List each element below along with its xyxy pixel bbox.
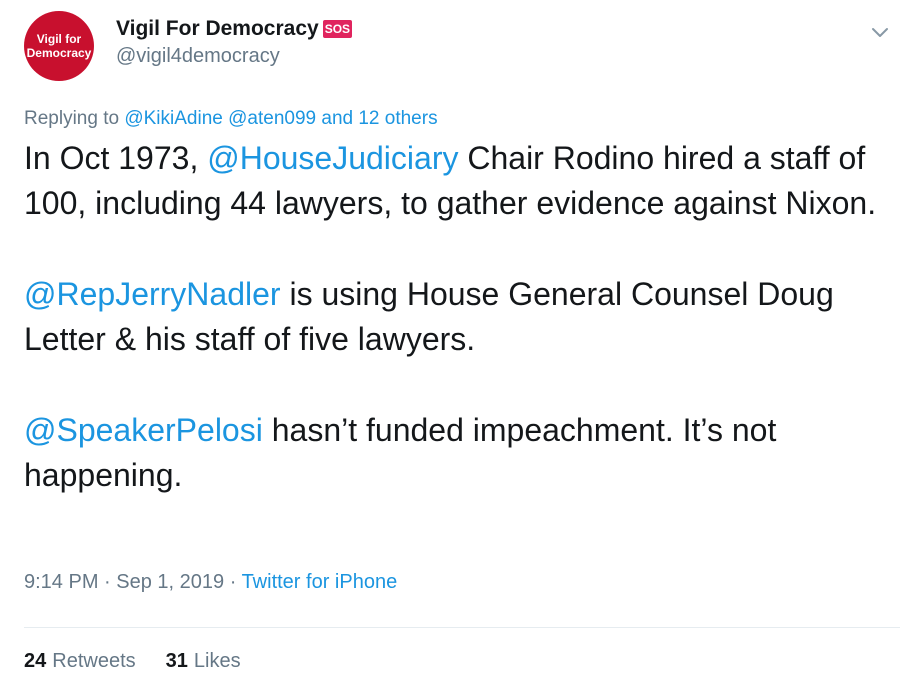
display-name[interactable]: Vigil For Democracy [116, 17, 319, 41]
mention-housejudiciary[interactable]: @HouseJudiciary [207, 140, 458, 176]
p1-text-a: In Oct 1973, [24, 140, 208, 176]
avatar-text-line2: Democracy [26, 46, 92, 60]
tweet-text: In Oct 1973, @HouseJudiciary Chair Rodin… [24, 136, 894, 544]
tweet-date[interactable]: Sep 1, 2019 [116, 571, 224, 593]
tweet-paragraph-2: @RepJerryNadler is using House General C… [24, 272, 894, 362]
mention-repjerrynadler[interactable]: @RepJerryNadler [24, 276, 281, 312]
likes-label: Likes [193, 650, 241, 672]
tweet-stats: 24 Retweets 31 Likes [24, 650, 241, 673]
meta-separator-2: · [224, 571, 242, 593]
avatar-text-line1: Vigil for [36, 32, 82, 46]
tweet-time[interactable]: 9:14 PM [24, 571, 98, 593]
replying-to: Replying to @KikiAdine @aten099 and 12 o… [24, 108, 438, 130]
tweet-card: Vigil for Democracy Vigil For Democracy … [0, 0, 900, 685]
mention-kikiadine[interactable]: @KikiAdine [124, 108, 223, 129]
replying-others[interactable]: and 12 others [321, 108, 437, 129]
meta-separator-1: · [98, 571, 117, 593]
chevron-down-icon[interactable] [870, 22, 890, 42]
retweets-count: 24 [24, 650, 47, 672]
tweet-header: Vigil for Democracy Vigil For Democracy … [24, 11, 353, 81]
tweet-paragraph-3: @SpeakerPelosi hasn’t funded impeachment… [24, 408, 894, 498]
retweets-stat[interactable]: 24 Retweets [24, 650, 136, 673]
tweet-source[interactable]: Twitter for iPhone [242, 571, 398, 593]
mention-aten099[interactable]: @aten099 [228, 108, 316, 129]
divider [24, 627, 900, 628]
mention-speakerpelosi[interactable]: @SpeakerPelosi [24, 412, 263, 448]
retweets-label: Retweets [52, 650, 136, 672]
likes-count: 31 [165, 650, 188, 672]
replying-prefix: Replying to [24, 108, 120, 129]
display-name-row: Vigil For Democracy SOS [116, 17, 353, 41]
account-handle[interactable]: @vigil4democracy [116, 45, 352, 68]
avatar[interactable]: Vigil for Democracy [24, 11, 94, 81]
likes-stat[interactable]: 31 Likes [166, 650, 241, 673]
tweet-paragraph-1: In Oct 1973, @HouseJudiciary Chair Rodin… [24, 136, 894, 226]
sos-badge: SOS [322, 19, 353, 38]
account-names: Vigil For Democracy SOS @vigil4democracy [116, 17, 353, 68]
tweet-meta: 9:14 PM · Sep 1, 2019 · Twitter for iPho… [24, 571, 397, 594]
